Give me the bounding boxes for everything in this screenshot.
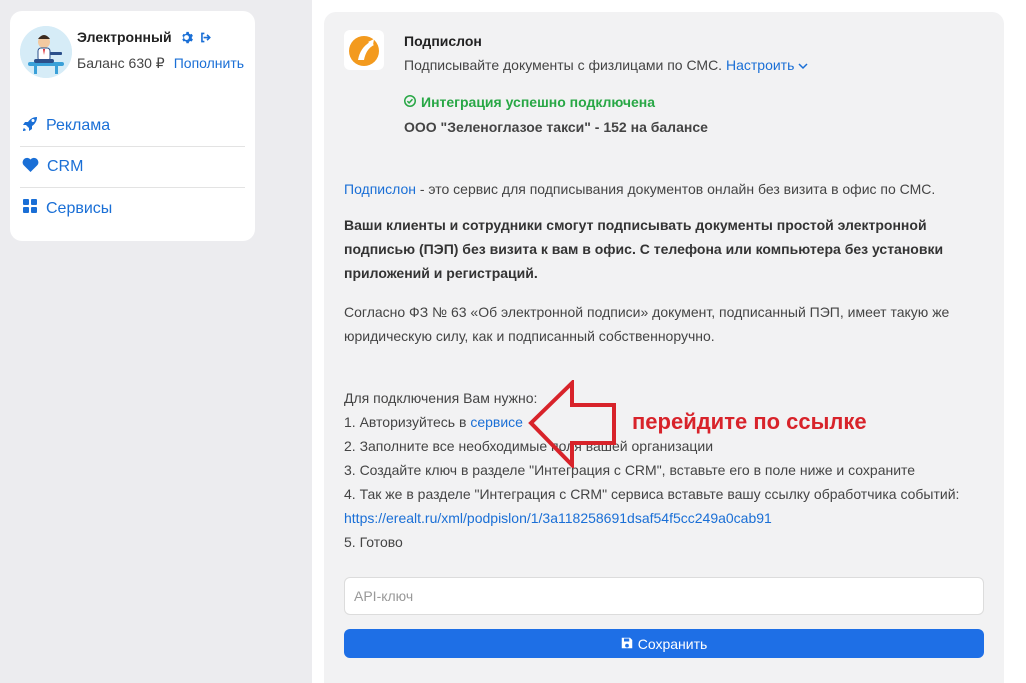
sidebar-item-crm[interactable]: CRM — [20, 147, 245, 188]
webhook-url-link[interactable]: https://erealt.ru/xml/podpislon/1/3a1182… — [344, 510, 772, 526]
check-circle-icon — [404, 94, 416, 110]
annotation-arrow — [528, 380, 616, 468]
configure-label: Настроить — [725, 57, 795, 73]
gear-icon[interactable] — [180, 31, 193, 44]
status-text: Интеграция успешно подключена — [421, 94, 655, 110]
avatar[interactable] — [20, 26, 72, 78]
service-title: Подпислон — [404, 33, 482, 49]
service-logo — [344, 30, 384, 70]
step-4: 4. Так же в разделе "Интеграция с CRM" с… — [344, 486, 960, 502]
step-2: 2. Заполните все необходимые поля вашей … — [344, 438, 714, 454]
account-icons — [180, 31, 213, 44]
save-label: Сохранить — [637, 635, 708, 652]
law-paragraph: Согласно ФЗ № 63 «Об электронной подписи… — [344, 304, 950, 344]
topup-link[interactable]: Пополнить — [174, 55, 244, 72]
chevron-down-icon — [798, 57, 808, 73]
sidebar-menu: Реклама CRM Сервисы — [20, 106, 245, 229]
steps-heading: Для подключения Вам нужно: — [344, 390, 538, 406]
floppy-disk-icon — [621, 636, 633, 652]
intro-text: - это сервис для подписывания документов… — [415, 181, 936, 197]
sidebar-item-ads[interactable]: Реклама — [20, 106, 245, 147]
account-name: Электронный — [77, 29, 172, 45]
step-1-text: 1. Авторизуйтесь в — [344, 414, 471, 430]
benefits-paragraph: Ваши клиенты и сотрудники смогут подписы… — [344, 217, 944, 281]
annotation-text: перейдите по ссылке — [632, 409, 867, 434]
configure-link[interactable]: Настроить — [726, 57, 808, 73]
step-5: 5. Готово — [344, 534, 403, 550]
step-3: 3. Создайте ключ в разделе "Интеграция с… — [344, 462, 916, 478]
sidebar-item-label: CRM — [47, 158, 84, 175]
api-key-input[interactable] — [344, 577, 984, 615]
company-balance: ООО "Зеленоглазое такси" - 152 на баланс… — [404, 119, 708, 135]
subtitle-text: Подписывайте документы с физлицами по СМ… — [404, 57, 723, 73]
balance-row: Баланс 630 ₽ Пополнить — [77, 55, 244, 72]
save-button[interactable]: Сохранить — [344, 629, 984, 658]
balance-label: Баланс 630 ₽ — [77, 55, 165, 71]
heart-icon — [22, 157, 39, 177]
sidebar-item-label: Сервисы — [46, 199, 113, 217]
rocket-icon — [22, 116, 38, 137]
account-card: Электронный Баланс 630 ₽ Пополнить Рекла… — [10, 11, 255, 241]
service-link[interactable]: Подпислон — [344, 181, 416, 197]
logout-icon[interactable] — [199, 31, 213, 44]
grid-icon — [22, 198, 38, 219]
service-subtitle: Подписывайте документы с физлицами по СМ… — [404, 57, 808, 73]
sidebar-item-label: Реклама — [46, 117, 111, 134]
step-1-link[interactable]: сервисе — [470, 414, 523, 430]
sidebar-item-services[interactable]: Сервисы — [20, 188, 245, 229]
integration-status: Интеграция успешно подключена — [404, 94, 655, 110]
intro-paragraph: Подпислон - это сервис для подписывания … — [344, 177, 984, 201]
